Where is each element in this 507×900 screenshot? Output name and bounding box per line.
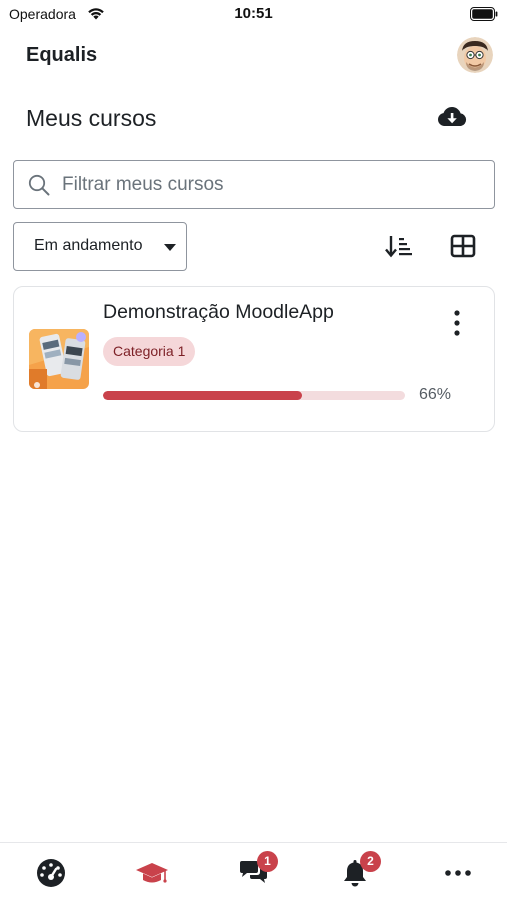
notifications-badge: 2	[360, 851, 381, 872]
more-icon	[445, 870, 471, 876]
tab-messages[interactable]: 1	[233, 851, 278, 889]
course-thumbnail-icon	[29, 329, 89, 389]
grid-view-icon	[450, 234, 476, 258]
filter-selected-value: Em andamento	[34, 237, 143, 254]
page-title: Meus cursos	[26, 105, 157, 131]
download-courses-button[interactable]	[436, 104, 468, 132]
cloud-download-icon	[438, 107, 467, 126]
app-title: Equalis	[26, 44, 98, 66]
status-bar: Operadora 10:51	[0, 0, 507, 30]
tab-dashboard[interactable]	[31, 855, 71, 889]
progress-fill	[103, 391, 303, 400]
course-image[interactable]	[29, 329, 89, 389]
course-options-button[interactable]	[446, 309, 468, 339]
graduation-cap-icon	[136, 863, 168, 883]
more-vertical-icon	[454, 310, 460, 336]
status-filter-select[interactable]: Em andamento	[13, 222, 187, 271]
progress-bar	[103, 391, 405, 400]
tab-notifications[interactable]: 2	[334, 851, 381, 889]
tab-more[interactable]	[437, 855, 477, 889]
avatar[interactable]	[457, 37, 493, 73]
tab-my-courses[interactable]	[131, 855, 171, 889]
search-box[interactable]	[13, 160, 495, 209]
battery-icon	[470, 7, 498, 21]
course-card[interactable]: Demonstração MoodleApp Categoria 1 66%	[13, 286, 495, 432]
view-mode-button[interactable]	[449, 232, 477, 260]
status-time: 10:51	[234, 5, 273, 22]
caret-down-icon	[164, 244, 176, 251]
dashboard-icon	[37, 859, 65, 887]
tab-bar: 1 2	[0, 842, 507, 900]
search-icon	[28, 174, 50, 196]
search-input[interactable]	[62, 169, 482, 200]
progress-percent: 66%	[419, 386, 452, 403]
messages-badge: 1	[257, 851, 278, 872]
user-avatar-icon	[457, 37, 493, 73]
course-title[interactable]: Demonstração MoodleApp	[103, 301, 334, 324]
sort-icon	[385, 236, 412, 258]
category-badge: Categoria 1	[103, 337, 196, 366]
sort-button[interactable]	[384, 232, 414, 260]
